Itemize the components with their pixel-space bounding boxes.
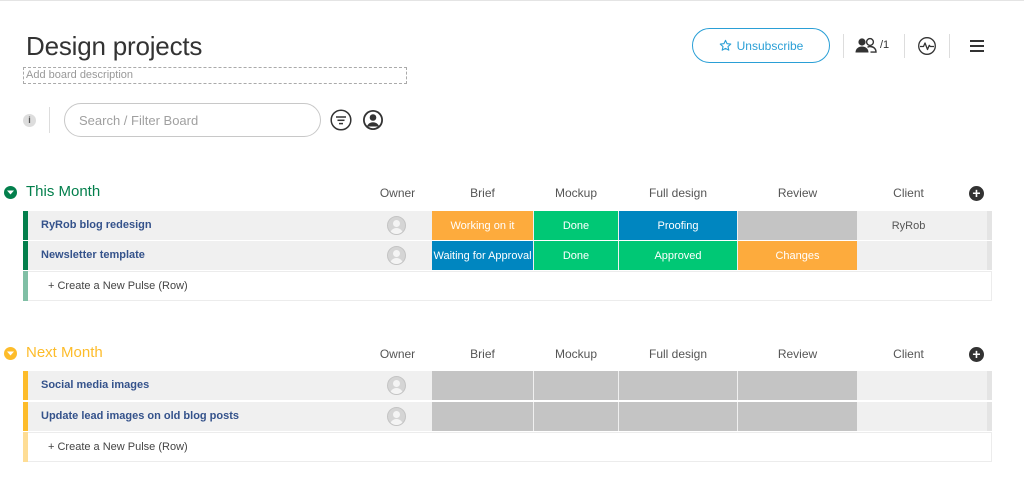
control-divider (49, 107, 50, 133)
row-color-bar (23, 432, 28, 462)
column-header-mockup[interactable]: Mockup (534, 347, 618, 361)
board-menu-button[interactable] (970, 39, 984, 57)
owner-avatar[interactable] (387, 376, 406, 395)
toolbar-divider (843, 34, 844, 58)
status-cell-mockup[interactable]: Done (534, 241, 618, 270)
status-cell-mockup[interactable]: Done (534, 211, 618, 240)
row-color-bar (23, 271, 28, 301)
toolbar-divider (904, 34, 905, 58)
status-cell-full-design[interactable]: Approved (619, 241, 737, 270)
activity-button[interactable] (917, 36, 937, 61)
group-header-this-month: This Month Owner Brief Mockup Full desig… (0, 181, 1024, 205)
status-cell-brief[interactable] (432, 371, 533, 400)
column-header-client[interactable]: Client (858, 186, 959, 200)
plus-icon: + (972, 346, 981, 362)
row-end-cell (987, 371, 992, 400)
client-cell[interactable] (858, 241, 959, 270)
row-color-bar[interactable] (23, 211, 28, 240)
row-color-bar[interactable] (23, 371, 28, 400)
create-pulse-row[interactable]: + Create a New Pulse (Row) (23, 271, 992, 301)
owner-avatar[interactable] (387, 216, 406, 235)
hamburger-menu-icon (970, 40, 984, 52)
group-title[interactable]: Next Month (26, 344, 103, 361)
row-name[interactable]: Newsletter template (41, 249, 145, 261)
filter-button[interactable] (330, 109, 352, 136)
table-row[interactable]: Social media images (23, 371, 992, 400)
column-header-brief[interactable]: Brief (432, 347, 533, 361)
activity-icon (918, 37, 936, 55)
row-name[interactable]: RyRob blog redesign (41, 219, 152, 231)
chevron-down-icon (7, 190, 14, 195)
column-header-brief[interactable]: Brief (432, 186, 533, 200)
unsubscribe-label: Unsubscribe (736, 38, 804, 53)
status-cell-full-design[interactable]: Proofing (619, 211, 737, 240)
plus-icon: + (972, 185, 981, 201)
person-filter-button[interactable] (362, 109, 384, 136)
status-cell-review[interactable]: Changes (738, 241, 857, 270)
group-collapse-toggle[interactable] (4, 347, 17, 360)
add-column-button[interactable]: + (969, 347, 984, 362)
row-end-cell (987, 211, 992, 240)
status-cell-brief[interactable]: Working on it (432, 211, 533, 240)
status-cell-mockup[interactable] (534, 402, 618, 431)
status-cell-review[interactable] (738, 402, 857, 431)
column-header-full-design[interactable]: Full design (619, 186, 737, 200)
owner-avatar[interactable] (387, 246, 406, 265)
people-icon (855, 37, 877, 53)
status-cell-full-design[interactable] (619, 371, 737, 400)
column-header-owner[interactable]: Owner (364, 347, 431, 361)
column-header-owner[interactable]: Owner (364, 186, 431, 200)
row-end-cell (987, 402, 992, 431)
group-title[interactable]: This Month (26, 183, 100, 200)
status-cell-brief[interactable] (432, 402, 533, 431)
chevron-down-icon (7, 351, 14, 356)
star-outline-icon (719, 39, 731, 51)
person-icon (363, 110, 383, 130)
group-header-next-month: Next Month Owner Brief Mockup Full desig… (0, 342, 1024, 366)
status-cell-brief[interactable]: Waiting for Approval (432, 241, 533, 270)
table-row[interactable]: Newsletter template Waiting for Approval… (23, 241, 992, 270)
create-pulse-label[interactable]: + Create a New Pulse (Row) (48, 441, 188, 453)
members-count: /1 (880, 39, 890, 51)
client-cell[interactable] (858, 402, 959, 431)
status-cell-full-design[interactable] (619, 402, 737, 431)
board-description-field[interactable]: Add board description (23, 67, 407, 84)
column-header-mockup[interactable]: Mockup (534, 186, 618, 200)
row-color-bar[interactable] (23, 402, 28, 431)
row-end-cell (987, 241, 992, 270)
create-pulse-label[interactable]: + Create a New Pulse (Row) (48, 280, 188, 292)
row-name[interactable]: Update lead images on old blog posts (41, 410, 239, 422)
search-input[interactable] (64, 103, 321, 137)
row-color-bar[interactable] (23, 241, 28, 270)
toolbar-divider (949, 34, 950, 58)
filter-icon (330, 109, 352, 131)
column-header-full-design[interactable]: Full design (619, 347, 737, 361)
unsubscribe-button[interactable]: Unsubscribe (692, 28, 830, 63)
client-cell[interactable]: RyRob (858, 211, 959, 240)
column-header-review[interactable]: Review (738, 186, 857, 200)
top-divider (0, 0, 1024, 1)
row-name[interactable]: Social media images (41, 379, 149, 391)
status-cell-review[interactable] (738, 371, 857, 400)
column-header-review[interactable]: Review (738, 347, 857, 361)
column-header-client[interactable]: Client (858, 347, 959, 361)
owner-avatar[interactable] (387, 407, 406, 426)
client-cell[interactable] (858, 371, 959, 400)
table-row[interactable]: Update lead images on old blog posts (23, 402, 992, 431)
add-column-button[interactable]: + (969, 186, 984, 201)
status-cell-review[interactable] (738, 211, 857, 240)
members-button[interactable]: /1 (855, 36, 889, 54)
group-collapse-toggle[interactable] (4, 186, 17, 199)
board-title[interactable]: Design projects (26, 31, 202, 62)
status-cell-mockup[interactable] (534, 371, 618, 400)
create-pulse-row[interactable]: + Create a New Pulse (Row) (23, 432, 992, 462)
table-row[interactable]: RyRob blog redesign Working on it Done P… (23, 211, 992, 240)
info-icon[interactable]: i (23, 114, 36, 127)
